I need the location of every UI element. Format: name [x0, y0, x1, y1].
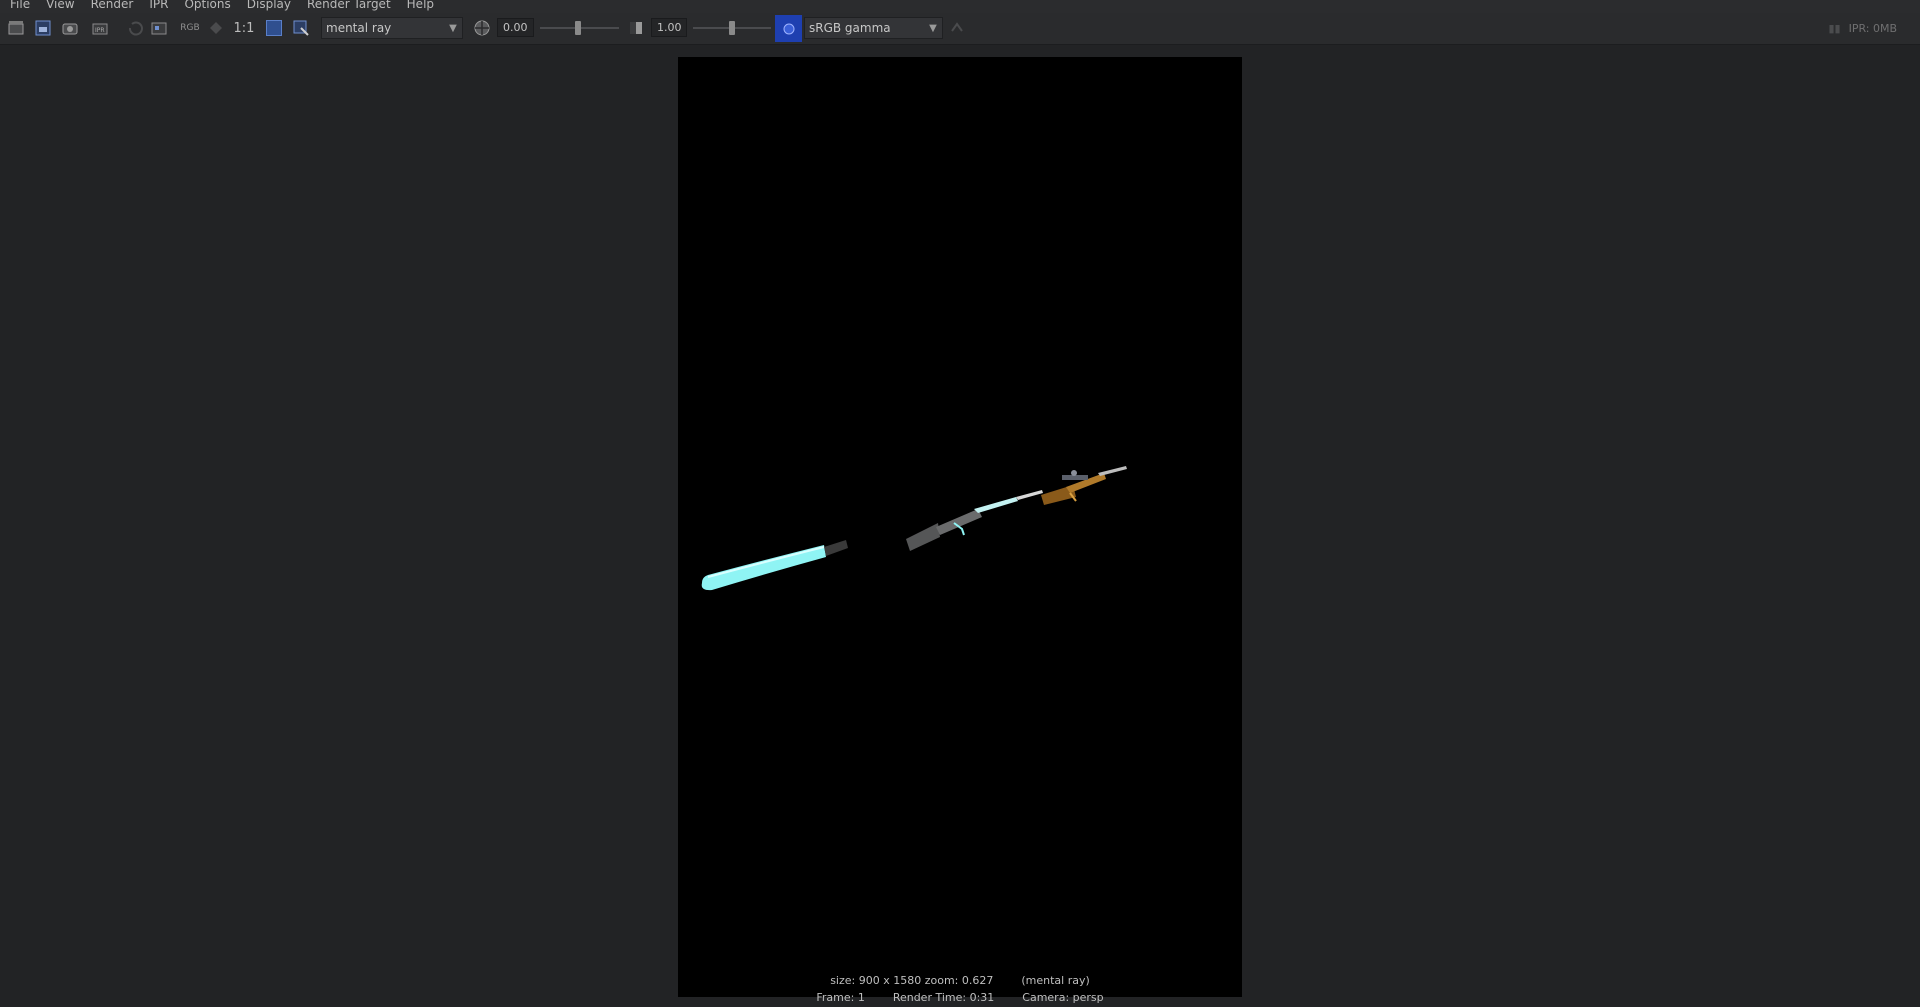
ipr-render-icon[interactable]: IPR	[91, 19, 109, 37]
ipr-memory-value: IPR: 0MB	[1848, 22, 1897, 35]
display-mode-icon[interactable]	[207, 19, 225, 37]
glowing-blade	[701, 540, 848, 591]
menu-view[interactable]: View	[36, 0, 74, 11]
render-info-line1: size: 900 x 1580 zoom: 0.627 (mental ray…	[678, 974, 1242, 987]
keep-image-icon[interactable]	[150, 19, 168, 37]
gamma-value: 1.00	[657, 21, 682, 34]
frame-region-icon[interactable]	[292, 19, 310, 37]
renderer-dropdown[interactable]: mental ray ▼	[321, 17, 463, 39]
sniper-rifle-model	[1041, 466, 1127, 505]
menu-file[interactable]: File	[0, 0, 30, 11]
shotgun-model	[906, 490, 1043, 551]
renderer-note-text: (mental ray)	[1021, 974, 1090, 987]
svg-text:IPR: IPR	[95, 27, 105, 34]
chevron-down-icon: ▼	[449, 22, 457, 34]
menu-ipr[interactable]: IPR	[139, 0, 168, 11]
render-info-line2: Frame: 1 Render Time: 0:31 Camera: persp	[678, 991, 1242, 1004]
render-viewport[interactable]: size: 900 x 1580 zoom: 0.627 (mental ray…	[0, 45, 1920, 1007]
frame-text: Frame: 1	[816, 991, 865, 1004]
clapboard-icon[interactable]	[7, 19, 25, 37]
menu-render[interactable]: Render	[81, 0, 134, 11]
size-zoom-text: size: 900 x 1580 zoom: 0.627	[830, 974, 994, 987]
menu-render-target[interactable]: Render Target	[297, 0, 391, 11]
gamma-slider-handle[interactable]	[729, 21, 735, 35]
rendered-image: size: 900 x 1580 zoom: 0.627 (mental ray…	[678, 57, 1242, 1004]
exposure-slider-handle[interactable]	[575, 21, 581, 35]
sync-icon[interactable]	[948, 19, 966, 37]
real-size-button[interactable]: 1:1	[233, 19, 255, 37]
render-time-text: Render Time: 0:31	[892, 991, 995, 1004]
render-view-window: File View Render IPR Options Display Ren…	[0, 0, 1920, 1007]
exposure-field[interactable]: 0.00	[497, 18, 534, 37]
gamma-slider[interactable]	[693, 21, 771, 35]
exposure-slider[interactable]	[540, 21, 619, 35]
chevron-down-icon: ▼	[929, 22, 937, 34]
snapshot-icon[interactable]	[61, 19, 79, 37]
color-space-dropdown[interactable]: sRGB gamma ▼	[804, 17, 943, 39]
refresh-icon[interactable]	[127, 19, 145, 37]
menu-bar: File View Render IPR Options Display Ren…	[0, 0, 1920, 13]
menu-options[interactable]: Options	[174, 0, 230, 11]
menu-display[interactable]: Display	[237, 0, 291, 11]
ipr-pause-icon: ▮▮	[1828, 22, 1841, 35]
real-size-label: 1:1	[233, 20, 255, 36]
menu-help[interactable]: Help	[397, 0, 434, 11]
camera-text: Camera: persp	[1022, 991, 1104, 1004]
color-management-icon[interactable]	[775, 15, 802, 42]
rgb-label: RGB	[180, 23, 200, 33]
render-toolbar: IPR RGB 1:1 mental ray ▼ 0.00 1.00 sRGB …	[0, 13, 1920, 45]
ipr-memory-label: ▮▮ IPR: 0MB	[1828, 22, 1897, 35]
color-space-value: sRGB gamma	[809, 21, 891, 35]
render-region-icon[interactable]	[34, 19, 52, 37]
frame-image-icon[interactable]	[265, 19, 283, 37]
gamma-field[interactable]: 1.00	[651, 18, 687, 37]
exposure-value: 0.00	[503, 21, 528, 34]
renderer-value: mental ray	[326, 21, 392, 35]
rendered-scene	[701, 466, 1127, 591]
gamma-icon[interactable]	[627, 19, 645, 37]
exposure-icon[interactable]	[473, 19, 491, 37]
rgb-channel-icon[interactable]: RGB	[180, 19, 200, 37]
